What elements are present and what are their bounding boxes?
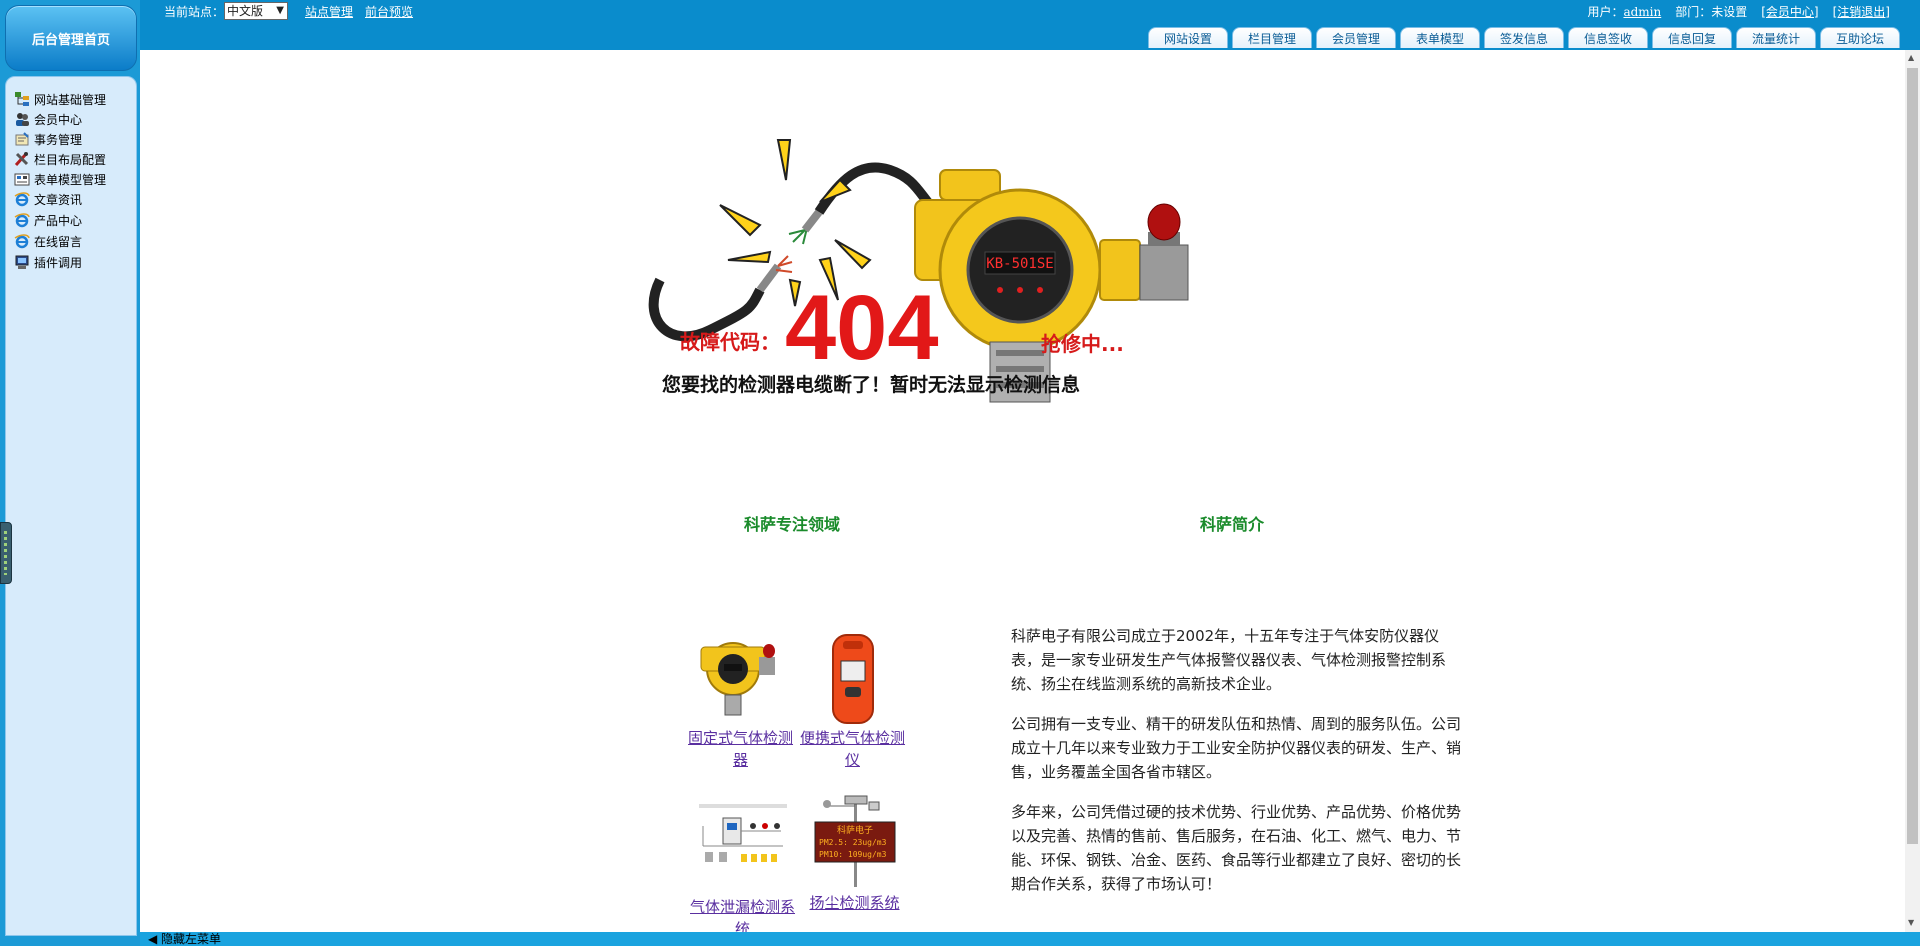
product-fixed-detector[interactable]: 固定式气体检测器 bbox=[688, 627, 793, 771]
product-portable-detector[interactable]: 便携式气体检测仪 bbox=[800, 627, 905, 771]
dust-system-image: 科萨电子 PM2.5: 23ug/m3 PM10: 109ug/m3 bbox=[805, 792, 905, 892]
product-name[interactable]: 扬尘检测系统 bbox=[802, 892, 907, 914]
sidebar-item-site-basic[interactable]: 网站基础管理 bbox=[14, 89, 106, 109]
intro-title: 科萨简介 bbox=[1200, 515, 1265, 534]
dust-display-brand: 科萨电子 bbox=[836, 824, 872, 836]
sidebar-menu: 网站基础管理 会员中心 事务管理 栏目布局配置 表单模型管理 文章资讯 产品中心… bbox=[5, 76, 137, 936]
user-label-group: 用户：admin bbox=[1587, 3, 1661, 20]
site-tree-icon bbox=[14, 91, 30, 107]
user-label: 用户： bbox=[1587, 5, 1624, 19]
member-center-link[interactable]: [会员中心] bbox=[1761, 3, 1818, 20]
sidebar-item-label: 栏目布局配置 bbox=[34, 152, 107, 167]
tab-site-settings[interactable]: 网站设置 bbox=[1148, 27, 1228, 48]
sidebar-item-messages[interactable]: 在线留言 bbox=[14, 231, 82, 251]
tasks-icon bbox=[14, 131, 30, 147]
form-icon bbox=[14, 171, 30, 187]
hide-left-menu-label: 隐藏左菜单 bbox=[161, 932, 222, 946]
logout-link[interactable]: [注销退出] bbox=[1833, 3, 1890, 20]
tab-reply-info[interactable]: 信息回复 bbox=[1652, 27, 1732, 48]
fixed-detector-image bbox=[691, 627, 791, 727]
sidebar-resize-handle[interactable] bbox=[0, 522, 12, 584]
left-sidebar: 后台管理首页 网站基础管理 会员中心 事务管理 栏目布局配置 表单模型管理 文章… bbox=[0, 0, 140, 946]
sidebar-item-articles[interactable]: 文章资讯 bbox=[14, 189, 82, 209]
error-message: 您要找的检测器电缆断了！暂时无法显示检测信息 bbox=[662, 374, 1081, 396]
site-select[interactable]: 中文版 ▼ bbox=[224, 2, 288, 20]
site-manage-link[interactable]: 站点管理 bbox=[305, 3, 353, 20]
sidebar-item-label: 在线留言 bbox=[34, 234, 83, 249]
tools-icon bbox=[14, 151, 30, 167]
bottom-bar: ◀ 隐藏左菜单 bbox=[140, 932, 1920, 946]
scrollbar-thumb[interactable] bbox=[1907, 68, 1918, 844]
caret-left-icon: ◀ bbox=[148, 932, 162, 946]
sidebar-item-label: 会员中心 bbox=[34, 112, 83, 127]
sidebar-item-column-layout[interactable]: 栏目布局配置 bbox=[14, 149, 106, 169]
dust-display-line1: PM2.5: 23ug/m3 bbox=[819, 838, 887, 847]
tab-column-manage[interactable]: 栏目管理 bbox=[1232, 27, 1312, 48]
product-name[interactable]: 固定式气体检测器 bbox=[688, 727, 793, 771]
tab-forum[interactable]: 互助论坛 bbox=[1820, 27, 1900, 48]
error-code: 404 bbox=[785, 277, 939, 379]
admin-home-button[interactable]: 后台管理首页 bbox=[5, 5, 137, 71]
sidebar-item-member-center[interactable]: 会员中心 bbox=[14, 109, 82, 129]
device-display-text: KB-501SE bbox=[986, 256, 1053, 272]
tab-member-manage[interactable]: 会员管理 bbox=[1316, 27, 1396, 48]
sidebar-item-label: 表单模型管理 bbox=[34, 172, 107, 187]
focus-title: 科萨专注领域 bbox=[744, 515, 841, 534]
intro-paragraph: 公司拥有一支专业、精干的研发队伍和热情、周到的服务队伍。公司成立十几年以来专业致… bbox=[1011, 715, 1462, 781]
main-scrollbar[interactable]: ▲ ▼ bbox=[1905, 50, 1920, 932]
sidebar-item-label: 事务管理 bbox=[34, 132, 83, 147]
dropdown-arrow-icon: ▼ bbox=[276, 5, 284, 16]
sidebar-item-label: 网站基础管理 bbox=[34, 92, 107, 107]
user-info: 用户：admin 部门：未设置 [会员中心] [注销退出] bbox=[1587, 3, 1890, 20]
leak-system-image bbox=[693, 796, 793, 896]
product-name[interactable]: 便携式气体检测仪 bbox=[800, 727, 905, 771]
intro-paragraph: 多年来，公司凭借过硬的技术优势、行业优势、产品优势、价格优势以及完善、热情的售前… bbox=[1011, 803, 1462, 893]
portable-detector-image bbox=[803, 627, 903, 727]
site-select-value: 中文版 bbox=[227, 4, 264, 18]
scroll-down-icon[interactable]: ▼ bbox=[1908, 918, 1914, 927]
username-link[interactable]: admin bbox=[1623, 5, 1661, 19]
intro-paragraph: 科萨电子有限公司成立于2002年，十五年专注于气体安防仪器仪表，是一家专业研发生… bbox=[1011, 627, 1447, 693]
error-code-label: 故障代码： bbox=[680, 330, 780, 354]
ie-icon bbox=[14, 191, 30, 207]
sidebar-item-plugins[interactable]: 插件调用 bbox=[14, 252, 82, 272]
tab-form-model[interactable]: 表单模型 bbox=[1400, 27, 1480, 48]
repair-status: 抢修中... bbox=[1041, 332, 1124, 356]
product-leak-system[interactable]: 气体泄漏检测系统 bbox=[690, 796, 795, 940]
sidebar-item-label: 产品中心 bbox=[34, 213, 83, 228]
company-intro: 科萨电子有限公司成立于2002年，十五年专注于气体安防仪器仪表，是一家专业研发生… bbox=[1011, 624, 1461, 912]
ie-icon bbox=[14, 233, 30, 249]
sidebar-item-form-model[interactable]: 表单模型管理 bbox=[14, 169, 106, 189]
top-bar: 当前站点： 中文版 ▼ 站点管理 前台预览 用户：admin 部门：未设置 [会… bbox=[140, 0, 1920, 50]
site-label: 当前站点： bbox=[164, 5, 225, 19]
tab-issue-info[interactable]: 签发信息 bbox=[1484, 27, 1564, 48]
department-text: 部门：未设置 bbox=[1675, 5, 1748, 19]
ie-icon bbox=[14, 212, 30, 228]
tab-receive-info[interactable]: 信息签收 bbox=[1568, 27, 1648, 48]
sidebar-item-label: 插件调用 bbox=[34, 255, 83, 270]
product-dust-system[interactable]: 科萨电子 PM2.5: 23ug/m3 PM10: 109ug/m3 扬尘检测系… bbox=[802, 792, 907, 914]
front-preview-link[interactable]: 前台预览 bbox=[365, 3, 413, 20]
sidebar-item-products[interactable]: 产品中心 bbox=[14, 210, 82, 230]
sidebar-item-affairs[interactable]: 事务管理 bbox=[14, 129, 82, 149]
computer-icon bbox=[14, 254, 30, 270]
hide-left-menu-button[interactable]: ◀ 隐藏左菜单 bbox=[148, 932, 221, 946]
top-tabs: 网站设置 栏目管理 会员管理 表单模型 签发信息 信息签收 信息回复 流量统计 … bbox=[1148, 27, 1900, 48]
sidebar-item-label: 文章资讯 bbox=[34, 192, 83, 207]
tab-traffic-stats[interactable]: 流量统计 bbox=[1736, 27, 1816, 48]
users-icon bbox=[14, 111, 30, 127]
dust-display-line2: PM10: 109ug/m3 bbox=[819, 850, 887, 859]
scroll-up-icon[interactable]: ▲ bbox=[1908, 53, 1914, 62]
